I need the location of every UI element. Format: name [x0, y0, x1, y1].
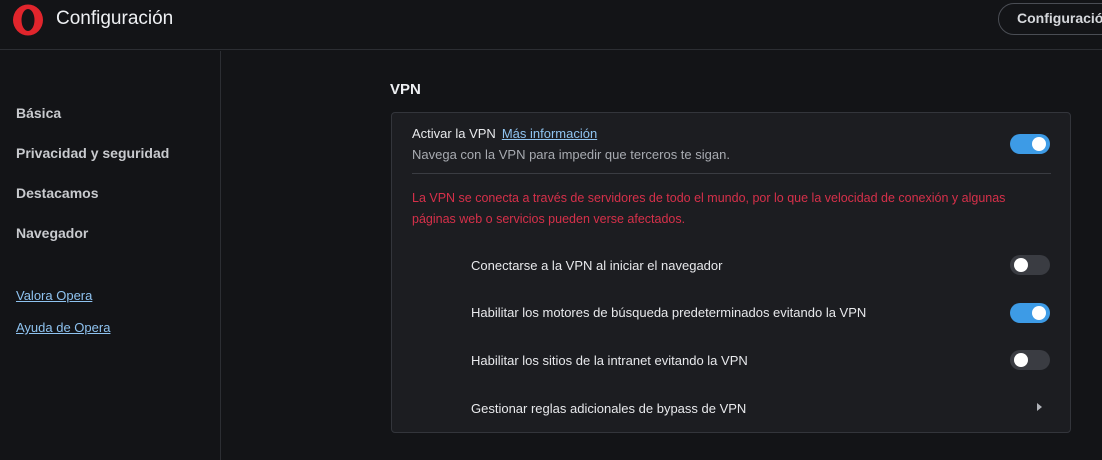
activate-vpn-row: Activar la VPN Más información — [412, 126, 597, 141]
activate-vpn-description: Navega con la VPN para impedir que terce… — [412, 147, 730, 162]
vpn-settings-card: Activar la VPN Más información Navega con… — [391, 112, 1071, 433]
divider — [412, 173, 1051, 174]
bypass-search-engines-toggle[interactable] — [1010, 303, 1050, 323]
toggle-knob — [1014, 353, 1028, 367]
opera-help-link[interactable]: Ayuda de Opera — [16, 320, 110, 335]
toggle-knob — [1032, 306, 1046, 320]
vpn-warning-text: La VPN se conecta a través de servidores… — [412, 191, 1006, 226]
sidebar-item-basica[interactable]: Básica — [16, 105, 61, 121]
manage-bypass-rules-row[interactable]: Gestionar reglas adicionales de bypass d… — [471, 401, 746, 416]
connect-on-start-toggle[interactable] — [1010, 255, 1050, 275]
activate-vpn-label: Activar la VPN — [412, 126, 496, 141]
bypass-intranet-toggle[interactable] — [1010, 350, 1050, 370]
sidebar-item-navegador[interactable]: Navegador — [16, 225, 88, 241]
bypass-search-engines-label: Habilitar los motores de búsqueda predet… — [471, 305, 867, 320]
section-title-vpn: VPN — [390, 81, 421, 98]
page-title: Configuración — [56, 8, 174, 29]
connect-on-start-label: Conectarse a la VPN al iniciar el navega… — [471, 258, 723, 273]
opera-logo-icon[interactable] — [12, 4, 44, 36]
header-bar: Configuración Configuración — [0, 0, 1102, 50]
sidebar-item-privacidad[interactable]: Privacidad y seguridad — [16, 145, 169, 161]
rate-opera-link[interactable]: Valora Opera — [16, 288, 92, 303]
search-settings-input[interactable]: Configuración — [998, 3, 1102, 35]
sidebar: Básica Privacidad y seguridad Destacamos… — [0, 51, 221, 460]
chevron-right-icon[interactable] — [1037, 403, 1042, 411]
bypass-intranet-label: Habilitar los sitios de la intranet evit… — [471, 353, 748, 368]
toggle-knob — [1014, 258, 1028, 272]
toggle-knob — [1032, 137, 1046, 151]
activate-vpn-toggle[interactable] — [1010, 134, 1050, 154]
more-info-link[interactable]: Más información — [502, 126, 597, 141]
sidebar-item-destacamos[interactable]: Destacamos — [16, 185, 99, 201]
